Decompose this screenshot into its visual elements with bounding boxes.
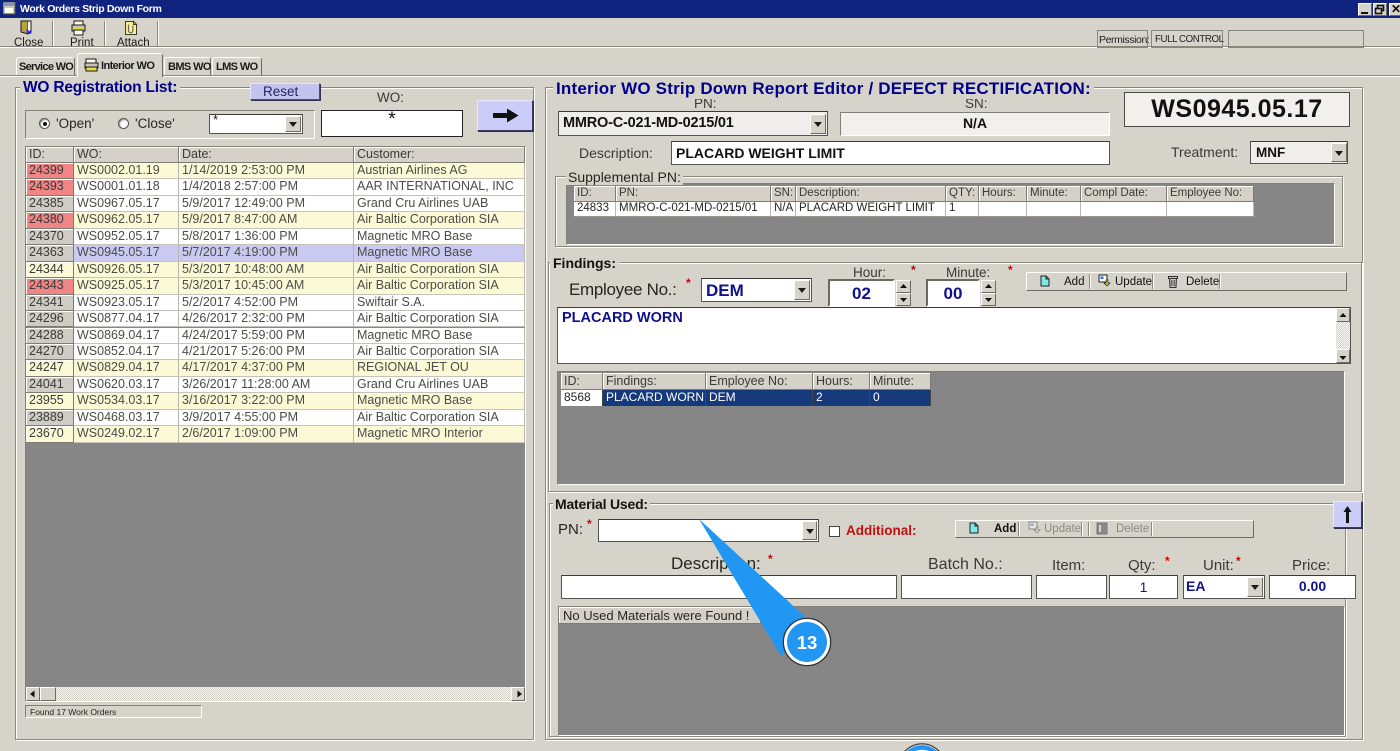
svg-text:13: 13	[797, 632, 818, 653]
